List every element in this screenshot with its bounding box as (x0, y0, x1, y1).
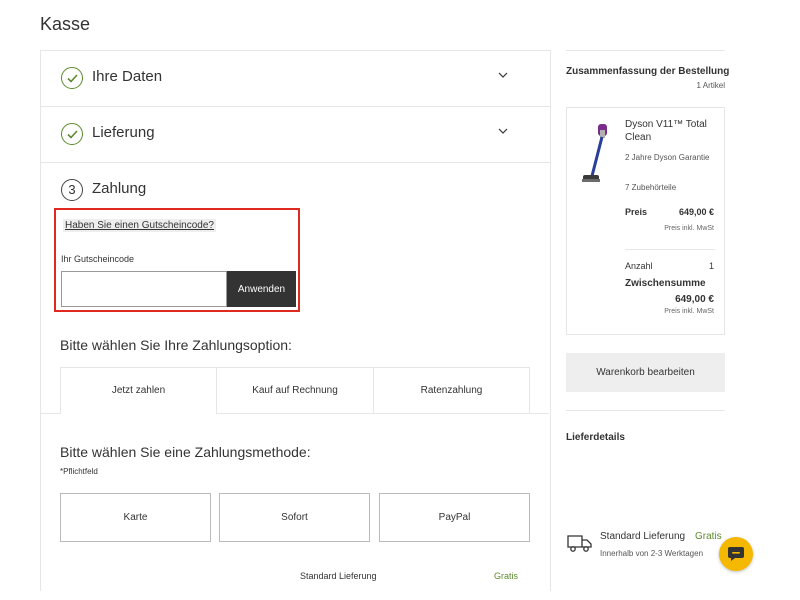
delivery-option-time: Innerhalb von 2-3 Werktagen (600, 549, 704, 558)
quantity-label: Anzahl (625, 261, 653, 271)
check-circle-icon (61, 67, 83, 89)
delivery-option-price: Gratis (695, 531, 722, 542)
summary-item-count: 1 Artikel (696, 81, 725, 90)
delivery-truck-icon (567, 535, 592, 552)
coupon-label: Ihr Gutscheincode (61, 254, 135, 264)
section-delivery[interactable]: Lieferung (41, 107, 550, 163)
coupon-input[interactable] (61, 271, 227, 307)
subtotal-vat-note: Preis inkl. MwSt (664, 308, 714, 315)
section-personal-label: Ihre Daten (92, 68, 163, 85)
method-card-button[interactable]: Karte (60, 493, 211, 542)
method-paypal-button[interactable]: PayPal (379, 493, 530, 542)
delivery-details-title: Lieferdetails (566, 432, 625, 443)
section-payment: 3 Zahlung (41, 163, 550, 213)
section-personal-data[interactable]: Ihre Daten (41, 51, 550, 107)
required-field-note: *Pflichtfeld (60, 467, 98, 476)
chevron-down-icon[interactable] (498, 128, 508, 135)
product-card: Dyson V11™ Total Clean 2 Jahre Dyson Gar… (566, 107, 725, 335)
page-title: Kasse (40, 14, 91, 34)
apply-coupon-button[interactable]: Anwenden (227, 271, 296, 307)
product-accessories: 7 Zubehörteile (625, 183, 677, 192)
tab-pay-now[interactable]: Jetzt zahlen (60, 367, 217, 414)
shipping-row-price: Gratis (494, 571, 519, 581)
edit-cart-button[interactable]: Warenkorb bearbeiten (566, 353, 725, 392)
subtotal-label: Zwischensumme (625, 278, 706, 289)
chat-button[interactable] (719, 537, 753, 571)
quantity-value: 1 (708, 261, 714, 271)
price-label: Preis (625, 207, 648, 217)
shipping-row-label: Standard Lieferung (300, 571, 377, 581)
payment-option-tabs: Jetzt zahlen Kauf auf Rechnung Ratenzahl… (60, 367, 530, 414)
coupon-toggle-link[interactable]: Haben Sie einen Gutscheincode? (63, 219, 216, 232)
price-vat-note: Preis inkl. MwSt (664, 225, 714, 232)
section-delivery-label: Lieferung (92, 124, 155, 141)
product-price: 649,00 € (678, 207, 714, 217)
product-divider (625, 249, 715, 250)
coupon-section: Haben Sie einen Gutscheincode? Ihr Gutsc… (54, 208, 300, 312)
section-payment-label: Zahlung (92, 180, 147, 197)
product-warranty: 2 Jahre Dyson Garantie (625, 153, 710, 162)
summary-divider (566, 410, 725, 411)
delivery-option-name: Standard Lieferung (600, 531, 686, 542)
tab-installments[interactable]: Ratenzahlung (373, 367, 530, 414)
payment-option-title: Bitte wählen Sie Ihre Zahlungsoption: (60, 337, 292, 353)
product-name: Dyson V11™ Total Clean (625, 119, 707, 143)
tab-invoice[interactable]: Kauf auf Rechnung (216, 367, 374, 414)
chevron-down-icon[interactable] (498, 72, 508, 79)
chat-icon (728, 547, 744, 561)
method-sofort-button[interactable]: Sofort (219, 493, 370, 542)
summary-title: Zusammenfassung der Bestellung (566, 66, 730, 77)
subtotal-value: 649,00 € (675, 294, 714, 305)
step-number-badge: 3 (61, 179, 83, 201)
payment-method-title: Bitte wählen Sie eine Zahlungsmethode: (60, 444, 311, 460)
summary-top-divider (566, 50, 725, 51)
active-tab-gap (61, 412, 216, 415)
check-circle-icon (61, 123, 83, 145)
vacuum-product-image (582, 124, 607, 182)
